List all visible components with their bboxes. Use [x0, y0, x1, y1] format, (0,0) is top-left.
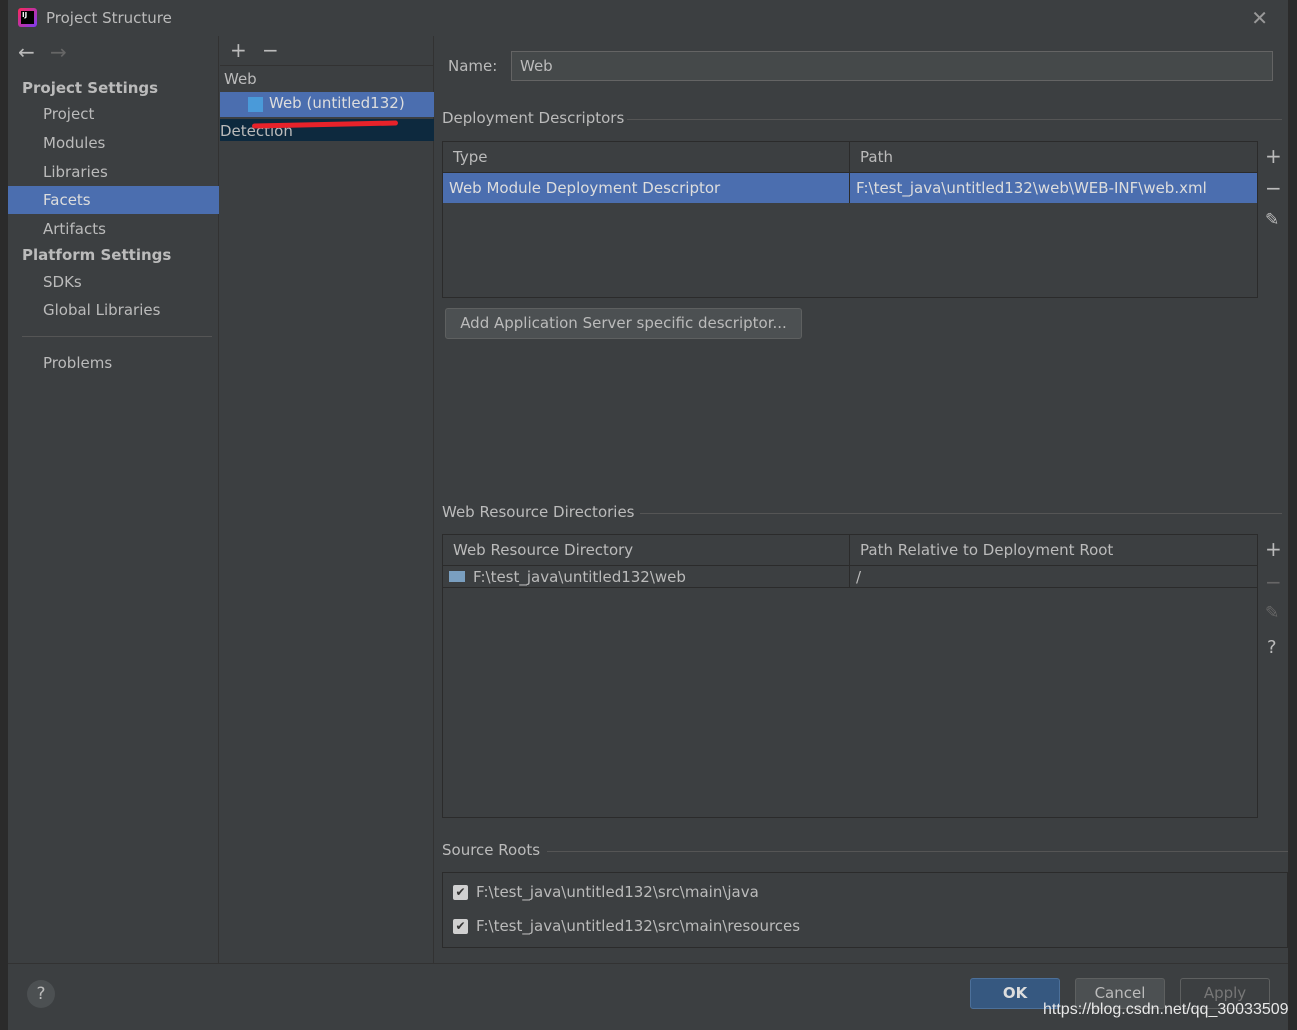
- folder-icon: [449, 571, 465, 582]
- remove-resource-icon[interactable]: −: [1265, 570, 1282, 594]
- help-icon[interactable]: ?: [1267, 637, 1277, 658]
- dialog-footer: ? OK Cancel Apply: [8, 963, 1288, 1030]
- checkbox-checked-icon[interactable]: ✔: [453, 885, 468, 900]
- forward-arrow-icon[interactable]: →: [50, 40, 67, 64]
- table-row[interactable]: Web Module Deployment Descriptor F:\test_…: [443, 173, 1257, 203]
- help-button[interactable]: ?: [27, 980, 55, 1008]
- column-directory[interactable]: Web Resource Directory: [443, 535, 850, 565]
- divider: [220, 65, 434, 66]
- column-type[interactable]: Type: [443, 142, 850, 172]
- cell-directory: F:\test_java\untitled132\web: [473, 568, 686, 586]
- source-roots-title: Source Roots: [442, 841, 541, 859]
- add-descriptor-icon[interactable]: +: [1265, 144, 1282, 168]
- project-structure-dialog: IJ Project Structure ✕ ← → Project Setti…: [8, 0, 1288, 1030]
- watermark: https://blog.csdn.net/qq_30033509: [1043, 1001, 1289, 1018]
- cell-path: F:\test_java\untitled132\web\WEB-INF\web…: [856, 179, 1207, 197]
- web-resource-directories-title: Web Resource Directories: [442, 503, 635, 521]
- cell-relative-path: /: [856, 568, 862, 586]
- edit-pencil-icon[interactable]: ✎: [1265, 603, 1279, 623]
- web-resource-table: Web Resource Directory Path Relative to D…: [442, 534, 1258, 818]
- divider: [547, 851, 1288, 852]
- source-root-item[interactable]: ✔ F:\test_java\untitled132\src\main\resou…: [453, 917, 800, 935]
- divider: [22, 336, 212, 337]
- sidebar-item-project[interactable]: Project: [8, 100, 219, 128]
- source-root-path: F:\test_java\untitled132\src\main\resour…: [476, 917, 801, 935]
- name-input[interactable]: Web: [511, 51, 1273, 81]
- edit-pencil-icon[interactable]: ✎: [1265, 210, 1279, 230]
- facets-panel: + − Web Web (untitled132) Detection: [220, 36, 434, 963]
- source-root-path: F:\test_java\untitled132\src\main\java: [476, 883, 759, 901]
- facet-item-web[interactable]: Web (untitled132): [220, 92, 434, 117]
- back-arrow-icon[interactable]: ←: [18, 40, 35, 64]
- add-resource-icon[interactable]: +: [1265, 537, 1282, 561]
- checkbox-checked-icon[interactable]: ✔: [453, 919, 468, 934]
- sidebar-item-problems[interactable]: Problems: [8, 349, 219, 377]
- divider: [627, 119, 1282, 120]
- source-root-item[interactable]: ✔ F:\test_java\untitled132\src\main\java: [453, 883, 759, 901]
- sidebar-item-facets[interactable]: Facets: [8, 186, 219, 214]
- facet-editor: Name: Web Deployment Descriptors Type Pat…: [435, 36, 1288, 963]
- sidebar-item-artifacts[interactable]: Artifacts: [8, 215, 219, 243]
- name-label: Name:: [448, 57, 498, 75]
- column-relative-path[interactable]: Path Relative to Deployment Root: [850, 535, 1257, 565]
- intellij-logo-icon: IJ: [18, 8, 37, 27]
- divider: [640, 513, 1282, 514]
- sidebar-item-libraries[interactable]: Libraries: [8, 158, 219, 186]
- facet-group-web[interactable]: Web: [224, 70, 257, 88]
- deployment-descriptors-title: Deployment Descriptors: [442, 109, 625, 127]
- facet-item-label: Web (untitled132): [269, 94, 405, 112]
- sidebar-item-sdks[interactable]: SDKs: [8, 268, 219, 296]
- sidebar-item-global-libraries[interactable]: Global Libraries: [8, 296, 219, 324]
- source-roots-list: ✔ F:\test_java\untitled132\src\main\java …: [442, 872, 1288, 948]
- sidebar-item-modules[interactable]: Modules: [8, 129, 219, 157]
- table-row[interactable]: F:\test_java\untitled132\web /: [443, 566, 1257, 588]
- remove-descriptor-icon[interactable]: −: [1265, 176, 1282, 200]
- web-facet-icon: [248, 97, 263, 112]
- project-settings-header: Project Settings: [22, 79, 159, 97]
- close-icon[interactable]: ✕: [1251, 6, 1268, 30]
- remove-facet-button[interactable]: −: [262, 38, 279, 62]
- column-path[interactable]: Path: [850, 142, 1257, 172]
- platform-settings-header: Platform Settings: [22, 246, 172, 264]
- cell-type: Web Module Deployment Descriptor: [443, 173, 850, 203]
- add-facet-button[interactable]: +: [230, 38, 247, 62]
- deployment-descriptors-table: Type Path Web Module Deployment Descripto…: [442, 141, 1258, 298]
- sidebar: ← → Project Settings Project Modules Lib…: [8, 36, 219, 963]
- window-title: Project Structure: [46, 9, 172, 27]
- add-server-descriptor-button[interactable]: Add Application Server specific descript…: [445, 308, 802, 339]
